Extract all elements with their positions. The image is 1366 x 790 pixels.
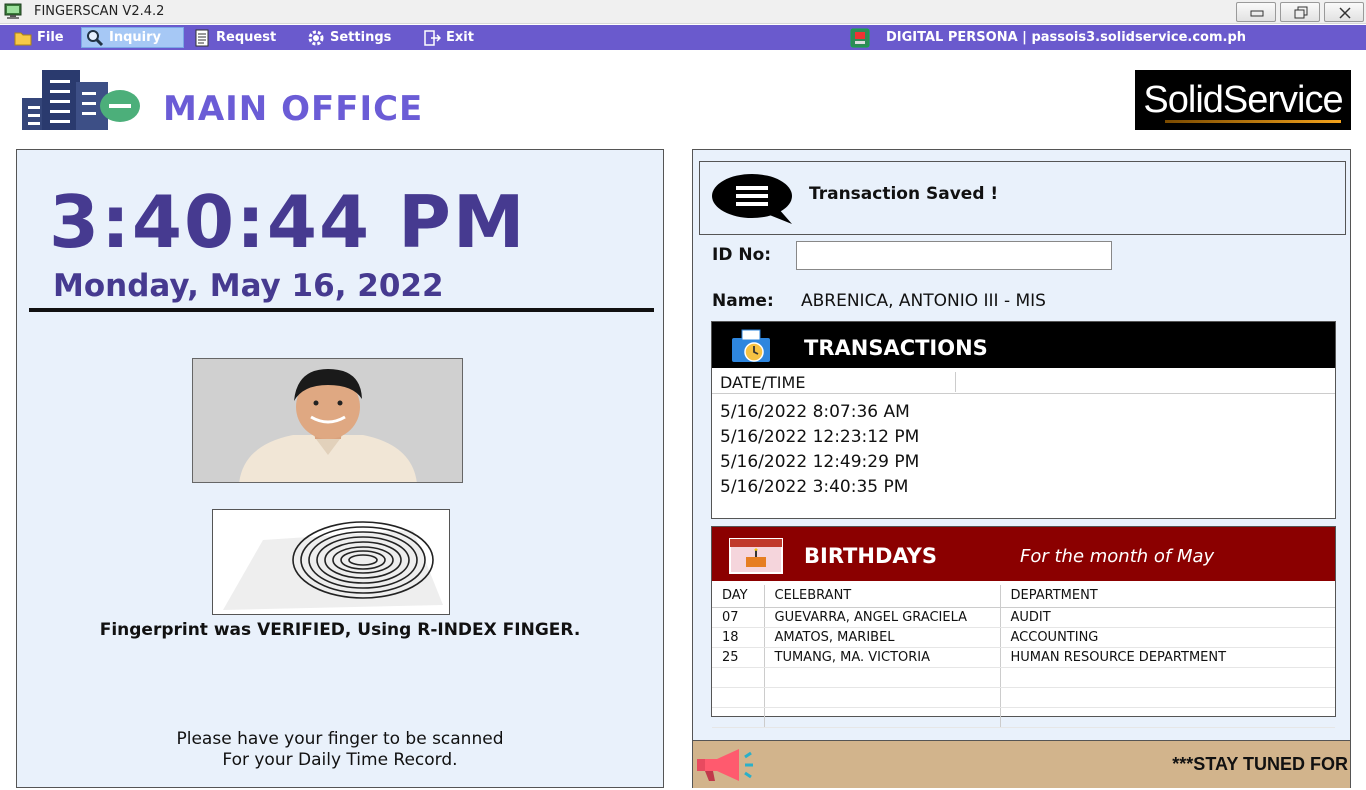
notification-box: Transaction Saved ! bbox=[699, 161, 1346, 235]
current-time: 3:40:44 PM bbox=[49, 180, 527, 264]
table-row[interactable]: 07 GUEVARRA, ANGEL GRACIELA AUDIT bbox=[712, 607, 1335, 628]
transactions-column-header: DATE/TIME bbox=[712, 370, 1335, 394]
celebrant-column-header[interactable]: CELEBRANT bbox=[764, 585, 1001, 608]
birthdays-table-header: DAY CELEBRANT DEPARTMENT bbox=[712, 585, 1335, 608]
minimize-button[interactable] bbox=[1236, 2, 1276, 22]
info-panel: Transaction Saved ! ID No: Name: ABRENIC… bbox=[692, 149, 1351, 788]
table-row[interactable]: 18 AMATOS, MARIBEL ACCOUNTING bbox=[712, 627, 1335, 648]
transactions-header: TRANSACTIONS bbox=[712, 322, 1335, 368]
fingerprint-reader-icon bbox=[850, 28, 870, 48]
birthday-department: HUMAN RESOURCE DEPARTMENT bbox=[1000, 647, 1335, 668]
transaction-row[interactable]: 5/16/2022 12:49:29 PM bbox=[720, 452, 919, 472]
office-title: MAIN OFFICE bbox=[163, 89, 424, 129]
person-photo-image bbox=[193, 359, 462, 482]
scan-prompt-line1: Please have your finger to be scanned bbox=[176, 729, 504, 749]
window-title: FINGERSCAN V2.4.2 bbox=[34, 4, 165, 19]
transaction-row[interactable]: 5/16/2022 8:07:36 AM bbox=[720, 402, 910, 422]
app-icon bbox=[4, 3, 22, 19]
birthday-department: ACCOUNTING bbox=[1000, 627, 1335, 648]
scan-prompt-line2: For your Daily Time Record. bbox=[222, 750, 458, 770]
name-label: Name: bbox=[712, 291, 774, 311]
menu-settings-label: Settings bbox=[330, 30, 392, 45]
birthday-day: 18 bbox=[712, 627, 765, 648]
menu-inquiry-label: Inquiry bbox=[109, 30, 161, 45]
restore-button[interactable] bbox=[1280, 2, 1320, 22]
current-date: Monday, May 16, 2022 bbox=[53, 268, 444, 304]
transactions-title: TRANSACTIONS bbox=[804, 336, 988, 360]
close-button[interactable] bbox=[1324, 2, 1364, 22]
fingerprint-scan bbox=[212, 509, 450, 615]
department-column-header[interactable]: DEPARTMENT bbox=[1000, 585, 1335, 608]
close-icon bbox=[1339, 7, 1351, 19]
date-divider bbox=[29, 308, 654, 312]
employee-name: ABRENICA, ANTONIO III - MIS bbox=[801, 291, 1046, 311]
birthdays-title: BIRTHDAYS bbox=[804, 544, 937, 568]
table-row[interactable]: 25 TUMANG, MA. VICTORIA HUMAN RESOURCE D… bbox=[712, 647, 1335, 668]
announcement-ticker: ***STAY TUNED FOR bbox=[693, 740, 1350, 788]
id-label: ID No: bbox=[712, 245, 772, 265]
brand-logo-text: SolidService bbox=[1143, 78, 1343, 121]
birthday-day: 25 bbox=[712, 647, 765, 668]
birthday-calendar-icon bbox=[729, 538, 783, 574]
transaction-row[interactable]: 5/16/2022 3:40:35 PM bbox=[720, 477, 908, 497]
verification-message: Fingerprint was VERIFIED, Using R-INDEX … bbox=[99, 620, 581, 640]
birthdays-section: BIRTHDAYS For the month of May DAY CELEB… bbox=[711, 526, 1336, 728]
document-icon bbox=[195, 29, 209, 46]
transaction-row[interactable]: 5/16/2022 12:23:12 PM bbox=[720, 427, 919, 447]
device-status: DIGITAL PERSONA | passois3.solidservice.… bbox=[886, 30, 1247, 45]
menu-request-label: Request bbox=[216, 30, 277, 45]
menu-exit-label: Exit bbox=[446, 30, 474, 45]
menu-file[interactable]: File bbox=[10, 27, 68, 48]
datetime-column-header: DATE/TIME bbox=[720, 373, 806, 392]
menu-exit[interactable]: Exit bbox=[419, 27, 478, 48]
gear-icon bbox=[308, 30, 324, 45]
birthday-department: AUDIT bbox=[1000, 607, 1335, 628]
ticker-text: ***STAY TUNED FOR bbox=[1172, 754, 1348, 774]
birthday-celebrant: AMATOS, MARIBEL bbox=[764, 627, 1001, 648]
birthdays-table: DAY CELEBRANT DEPARTMENT 07 GUEVARRA, AN… bbox=[712, 585, 1335, 728]
exit-icon bbox=[424, 29, 441, 46]
magnifier-icon bbox=[87, 29, 104, 46]
clock-panel: 3:40:44 PM Monday, May 16, 2022 Fingerpr… bbox=[16, 149, 664, 788]
folder-icon bbox=[14, 32, 32, 45]
chat-bubble-icon bbox=[712, 174, 792, 224]
birthday-celebrant: TUMANG, MA. VICTORIA bbox=[764, 647, 1001, 668]
id-number-input[interactable] bbox=[796, 241, 1112, 270]
menu-request[interactable]: Request bbox=[189, 27, 280, 48]
employee-photo bbox=[192, 358, 463, 483]
transactions-section: TRANSACTIONS DATE/TIME 5/16/2022 8:07:36… bbox=[711, 321, 1336, 519]
fingerprint-image bbox=[213, 510, 449, 614]
birthday-day: 07 bbox=[712, 607, 765, 628]
birthday-celebrant: GUEVARRA, ANGEL GRACIELA bbox=[764, 607, 1001, 628]
menu-bar: File Inquiry Request Settings Exit DIGIT… bbox=[0, 25, 1366, 50]
minimize-icon bbox=[1250, 10, 1264, 17]
empty-table-row bbox=[712, 707, 1335, 728]
birthdays-header: BIRTHDAYS For the month of May bbox=[712, 527, 1335, 581]
menu-settings[interactable]: Settings bbox=[303, 27, 395, 48]
menu-inquiry[interactable]: Inquiry bbox=[81, 27, 184, 48]
day-column-header[interactable]: DAY bbox=[712, 585, 765, 608]
brand-logo-underline bbox=[1165, 120, 1341, 123]
notification-message: Transaction Saved ! bbox=[809, 184, 999, 204]
brand-logo: SolidService bbox=[1135, 70, 1351, 130]
birthdays-subtitle: For the month of May bbox=[1020, 546, 1215, 567]
empty-table-row bbox=[712, 687, 1335, 708]
megaphone-icon bbox=[697, 749, 753, 781]
title-bar: FINGERSCAN V2.4.2 bbox=[0, 0, 1366, 24]
menu-file-label: File bbox=[37, 30, 64, 45]
restore-icon bbox=[1294, 6, 1308, 19]
time-clock-icon bbox=[732, 329, 770, 362]
office-building-icon bbox=[22, 70, 140, 130]
empty-table-row bbox=[712, 667, 1335, 688]
column-separator bbox=[955, 372, 956, 392]
